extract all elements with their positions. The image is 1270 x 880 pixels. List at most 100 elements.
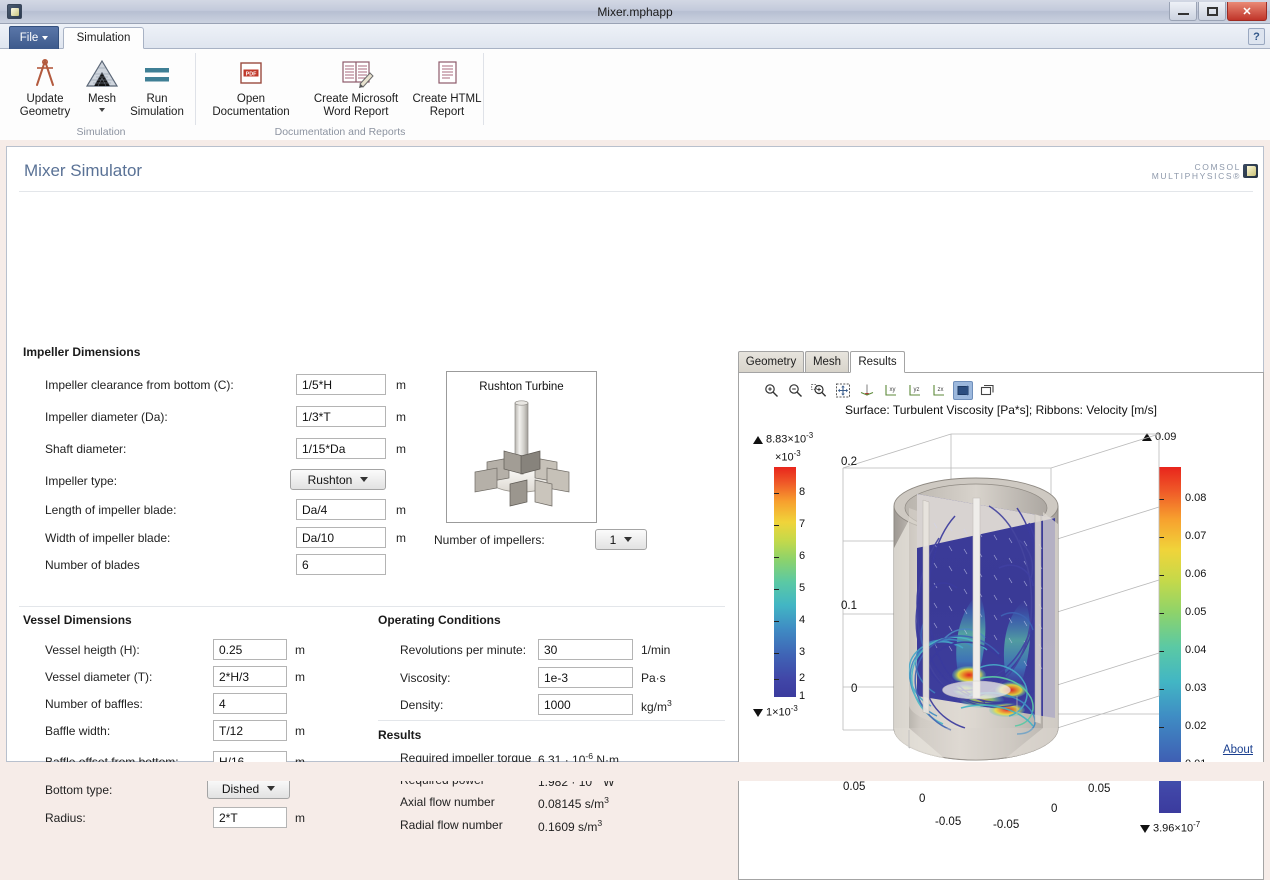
impeller-diameter-input[interactable] — [296, 406, 386, 427]
axis-y-tick-1: 0 — [919, 793, 925, 805]
update-geometry-label-1: Update — [12, 93, 78, 106]
ribbon-group-simulation: Update Geometry Mesh — [6, 49, 196, 140]
density-input[interactable] — [538, 694, 633, 715]
title-bar: Mixer.mphapp ✕ — [0, 0, 1270, 24]
impeller-clearance-input[interactable] — [296, 374, 386, 395]
number-of-baffles-input[interactable] — [213, 693, 287, 714]
zoom-in-icon[interactable] — [761, 381, 781, 400]
zx-view-icon[interactable]: zx — [929, 381, 949, 400]
results-mantissa-2: 0.08145 — [538, 797, 581, 811]
colorbar-left-scale-base: ×10 — [775, 452, 794, 464]
baffle-width-input[interactable] — [213, 720, 287, 741]
impeller-field-unit-2: m — [396, 442, 406, 456]
blade-width-input[interactable] — [296, 527, 386, 548]
html-report-icon — [411, 53, 483, 93]
close-button[interactable]: ✕ — [1227, 2, 1267, 21]
results-value-2: 0.08145 s/m3 — [538, 795, 609, 811]
svg-text:zx: zx — [938, 387, 944, 393]
zoom-out-icon[interactable] — [785, 381, 805, 400]
results-label-2: Axial flow number — [400, 795, 495, 809]
vessel-height-input[interactable] — [213, 639, 287, 660]
title-divider — [19, 191, 1253, 192]
transparency-icon[interactable] — [953, 381, 973, 400]
about-link[interactable]: About — [1223, 744, 1253, 756]
mesh-button[interactable]: Mesh — [80, 53, 124, 112]
operating-field-unit-1: Pa·s — [641, 671, 666, 685]
zoom-extents-icon[interactable] — [833, 381, 853, 400]
xy-view-icon[interactable]: xy — [881, 381, 901, 400]
create-word-report-label-1: Create Microsoft — [301, 93, 411, 106]
tab-geometry[interactable]: Geometry — [738, 351, 804, 373]
chevron-down-icon[interactable] — [99, 108, 105, 112]
create-word-report-label-2: Word Report — [301, 106, 411, 119]
impeller-type-value: Rushton — [308, 473, 353, 487]
results-value-3: 0.1609 s/m3 — [538, 818, 602, 834]
scene-light-icon[interactable] — [977, 381, 997, 400]
run-simulation-label-1: Run — [124, 93, 190, 106]
pdf-icon: PDF — [201, 53, 301, 93]
impeller-field-unit-4: m — [396, 503, 406, 517]
help-button[interactable]: ? — [1248, 28, 1265, 45]
colorbar-left-tick-3: 5 — [799, 582, 805, 594]
colorbar-right-tick-5: 0.03 — [1185, 682, 1206, 694]
colorbar-left-tick-4: 4 — [799, 614, 805, 626]
chevron-down-icon — [360, 477, 368, 482]
bottom-type-select[interactable]: Dished — [207, 778, 290, 799]
file-menu-button[interactable]: File — [9, 26, 59, 49]
bottom-type-value: Dished — [222, 782, 259, 796]
tab-mesh[interactable]: Mesh — [805, 351, 849, 373]
results-section-title: Results — [378, 728, 421, 742]
maximize-button[interactable] — [1198, 2, 1226, 21]
number-of-impellers-label: Number of impellers: — [434, 533, 545, 547]
tab-results[interactable]: Results — [850, 351, 905, 373]
window-title: Mixer.mphapp — [0, 0, 1270, 24]
vessel-field-label-0: Vessel heigth (H): — [45, 643, 140, 657]
impeller-field-unit-1: m — [396, 410, 406, 424]
colorbar-left-max-value: 8.83×10 — [766, 434, 806, 446]
colorbar-left-tick-mark — [774, 589, 779, 590]
update-geometry-button[interactable]: Update Geometry — [12, 53, 78, 119]
colorbar-left-tick-6: 2 — [799, 672, 805, 684]
impeller-field-unit-5: m — [396, 531, 406, 545]
vessel-diameter-input[interactable] — [213, 666, 287, 687]
flow-field — [909, 494, 1055, 734]
number-of-blades-input[interactable] — [296, 554, 386, 575]
axis-x-tick-1: 0 — [1051, 803, 1057, 815]
blade-length-input[interactable] — [296, 499, 386, 520]
zoom-box-icon[interactable] — [809, 381, 829, 400]
ribbon-tab-row: File Simulation ? — [0, 24, 1270, 49]
rpm-input[interactable] — [538, 639, 633, 660]
impeller-field-unit-0: m — [396, 378, 406, 392]
open-documentation-button[interactable]: PDF Open Documentation — [201, 53, 301, 119]
axis-y-tick-2: -0.05 — [935, 816, 961, 828]
colorbar-right-tick-6: 0.02 — [1185, 720, 1206, 732]
number-of-impellers-select[interactable]: 1 — [595, 529, 647, 550]
colorbar-left-tick-mark — [774, 557, 779, 558]
viscosity-input[interactable] — [538, 667, 633, 688]
update-geometry-label-2: Geometry — [12, 106, 78, 119]
radius-input[interactable] — [213, 807, 287, 828]
run-simulation-button[interactable]: Run Simulation — [124, 53, 190, 119]
yz-view-icon[interactable]: yz — [905, 381, 925, 400]
tab-simulation[interactable]: Simulation — [63, 27, 144, 49]
graphics-canvas[interactable]: xy yz zx Surface: Turbulent Visco — [738, 372, 1264, 880]
colorbar-right-tick-4: 0.04 — [1185, 644, 1206, 656]
minimize-button[interactable] — [1169, 2, 1197, 21]
impeller-field-label-5: Width of impeller blade: — [45, 531, 170, 545]
go-to-default-view-icon[interactable] — [857, 381, 877, 400]
colorbar-right-min-exp: -7 — [1193, 820, 1200, 829]
svg-text:PDF: PDF — [246, 71, 257, 77]
axis-z-tick-1: 0.1 — [841, 600, 857, 612]
results-exponent-0: -6 — [585, 751, 593, 761]
create-html-report-label-1: Create HTML — [411, 93, 483, 106]
colorbar-right-tick-2: 0.06 — [1185, 568, 1206, 580]
axis-y-tick-0: 0.05 — [843, 781, 865, 793]
create-html-report-button[interactable]: Create HTML Report — [411, 53, 483, 119]
create-word-report-button[interactable]: Create Microsoft Word Report — [301, 53, 411, 119]
colorbar-left-tick-7: 1 — [799, 690, 805, 702]
impeller-type-select[interactable]: Rushton — [290, 469, 386, 490]
results-unit-sup-2: 3 — [604, 795, 609, 805]
results-label-3: Radial flow number — [400, 818, 503, 832]
colorbar-left-min-label: 1×10-3 — [753, 704, 798, 719]
shaft-diameter-input[interactable] — [296, 438, 386, 459]
